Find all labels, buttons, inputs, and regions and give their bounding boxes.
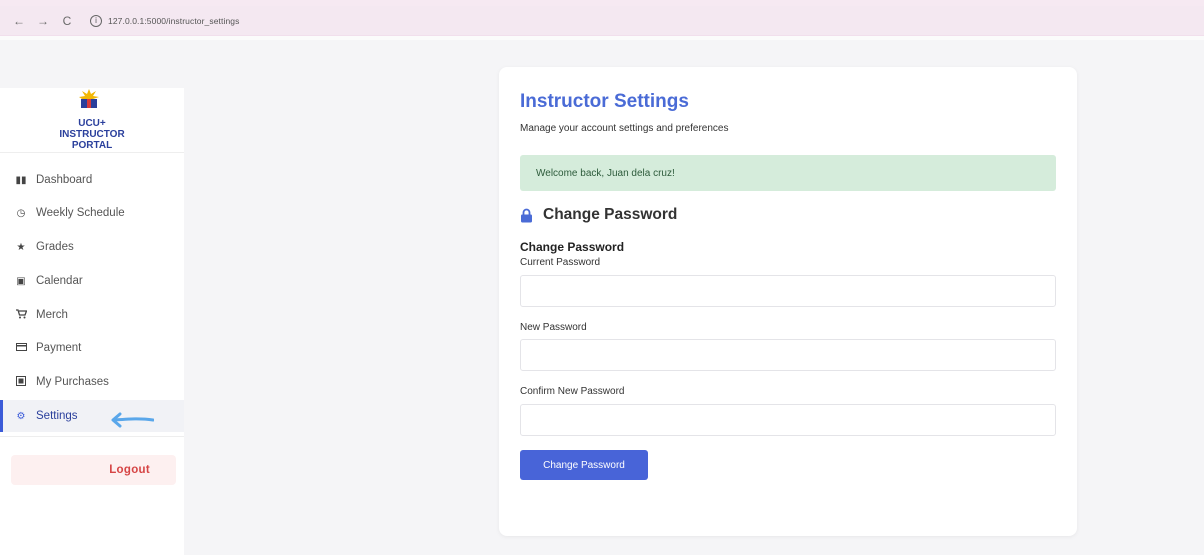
change-password-button[interactable]: Change Password	[520, 450, 648, 480]
receipt-icon	[14, 375, 28, 389]
cart-icon	[14, 308, 28, 322]
url-text[interactable]: 127.0.0.1:5000/instructor_settings	[108, 16, 239, 26]
sidebar-item-label: Merch	[36, 309, 68, 321]
new-password-label: New Password	[520, 322, 587, 333]
portal-name: UCU+ INSTRUCTOR PORTAL	[0, 118, 184, 151]
calendar-icon: ▣	[16, 275, 26, 287]
browser-chrome: ← → C i 127.0.0.1:5000/instructor_settin…	[0, 0, 1204, 40]
back-button[interactable]: ←	[10, 14, 28, 28]
address-bar: ← → C i 127.0.0.1:5000/instructor_settin…	[0, 6, 1204, 36]
annotation-arrow-icon	[111, 412, 154, 428]
portal-name-line-1: UCU+	[78, 118, 106, 129]
new-password-input[interactable]	[520, 339, 1056, 371]
sidebar-item-label: Calendar	[36, 275, 83, 287]
sidebar-item-label: Dashboard	[36, 174, 93, 186]
sidebar-item-label: Payment	[36, 342, 82, 354]
sidebar-item-my-purchases[interactable]: My Purchases	[0, 366, 184, 398]
welcome-alert: Welcome back, Juan dela cruz!	[520, 155, 1056, 191]
sidebar-item-settings[interactable]: ⚙ Settings	[0, 400, 184, 432]
forward-button[interactable]: →	[34, 14, 52, 28]
portal-name-line-3: PORTAL	[71, 140, 113, 151]
sidebar-item-dashboard[interactable]: ▮▮ Dashboard	[0, 164, 184, 196]
current-password-input[interactable]	[520, 275, 1056, 307]
form-heading: Change Password	[520, 240, 625, 254]
ucu-logo-icon	[79, 89, 99, 108]
sidebar-item-label: My Purchases	[36, 376, 109, 388]
page-title: Instructor Settings	[520, 91, 689, 112]
confirm-password-input[interactable]	[520, 404, 1056, 436]
sidebar-item-weekly-schedule[interactable]: ◷ Weekly Schedule	[0, 197, 184, 229]
portal-name-line-2: INSTRUCTOR	[59, 129, 125, 140]
sidebar-item-label: Weekly Schedule	[36, 207, 125, 219]
section-title-text: Change Password	[543, 206, 678, 223]
credit-card-icon	[14, 342, 28, 354]
sidebar-divider	[0, 436, 184, 437]
site-info-icon[interactable]: i	[90, 14, 102, 27]
logout-button[interactable]: Logout	[11, 455, 176, 485]
sidebar-item-label: Grades	[36, 241, 74, 253]
sidebar-item-calendar[interactable]: ▣ Calendar	[0, 265, 184, 297]
sidebar-item-payment[interactable]: Payment	[0, 332, 184, 364]
sidebar-item-label: Settings	[36, 410, 78, 422]
reload-button[interactable]: C	[58, 14, 76, 28]
current-password-label: Current Password	[520, 257, 601, 268]
star-icon: ★	[16, 241, 26, 253]
section-title: Change Password	[520, 206, 677, 224]
settings-card: Instructor Settings Manage your account …	[499, 67, 1077, 536]
clock-icon: ◷	[16, 207, 26, 219]
page-subtitle: Manage your account settings and prefere…	[520, 123, 729, 134]
sidebar-divider	[0, 152, 184, 153]
confirm-password-label: Confirm New Password	[520, 386, 625, 397]
lock-icon	[521, 208, 532, 222]
sidebar: UCU+ INSTRUCTOR PORTAL ▮▮ Dashboard ◷ We…	[0, 88, 184, 555]
dashboard-icon: ▮▮	[15, 174, 27, 186]
sidebar-item-merch[interactable]: Merch	[0, 299, 184, 331]
gear-icon: ⚙	[16, 410, 26, 422]
sidebar-item-grades[interactable]: ★ Grades	[0, 231, 184, 263]
